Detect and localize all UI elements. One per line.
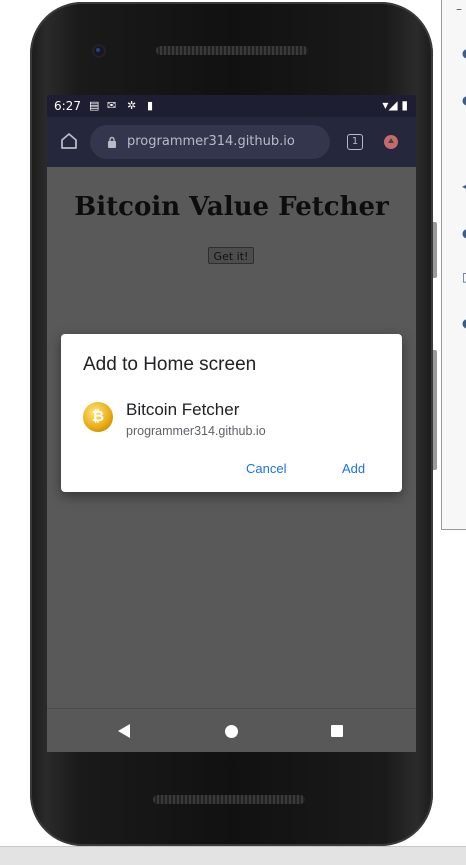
power-icon[interactable]: ◖: [462, 47, 466, 59]
status-time: 6:27: [54, 99, 81, 113]
power-button[interactable]: [433, 350, 437, 470]
home-icon[interactable]: [59, 131, 79, 151]
notification-icon: ▤: [89, 99, 100, 112]
lock-icon: [108, 136, 116, 148]
phone-screen: 6:27 ▤ ✉ ✲ ▮ ▾◢ ▮ programmer314.github.i…: [47, 95, 416, 752]
status-bar: 6:27 ▤ ✉ ✲ ▮ ▾◢ ▮: [47, 95, 416, 117]
recent-apps-icon[interactable]: [331, 725, 343, 737]
back-icon[interactable]: [118, 724, 130, 738]
screenshot-icon[interactable]: ▯: [462, 271, 466, 283]
settings-icon: ✲: [127, 99, 137, 112]
dialog-title: Add to Home screen: [83, 354, 257, 375]
cancel-button[interactable]: Cancel: [246, 461, 286, 476]
front-camera: [92, 44, 106, 58]
emulator-bottom-strip: [0, 846, 466, 865]
app-url: programmer314.github.io: [126, 424, 266, 438]
zoom-icon[interactable]: ◖: [462, 317, 466, 329]
app-name[interactable]: Bitcoin Fetcher: [126, 400, 239, 420]
bitcoin-icon: ₿: [83, 402, 113, 432]
emulator-side-panel: – ◖ ◖ ◂ ◖ ▯ ◖: [441, 0, 466, 530]
rotate-right-icon[interactable]: ◖: [462, 227, 466, 239]
url-text: programmer314.github.io: [127, 134, 295, 149]
top-speaker: [156, 46, 308, 55]
sd-card-icon: ▮: [147, 99, 154, 112]
side-panel-collapse[interactable]: –: [456, 2, 462, 16]
update-menu-icon[interactable]: [384, 135, 398, 149]
rotate-icon[interactable]: ◂: [462, 180, 466, 192]
browser-toolbar: programmer314.github.io 1: [47, 117, 416, 167]
home-circle-icon[interactable]: [225, 725, 238, 738]
navigation-bar: [47, 708, 416, 752]
bottom-speaker: [153, 795, 305, 804]
add-to-home-dialog: Add to Home screen ₿ Bitcoin Fetcher pro…: [61, 334, 402, 492]
wifi-battery-icons: ▾◢ ▮: [382, 98, 408, 112]
volume-button[interactable]: [433, 222, 437, 278]
volume-icon[interactable]: ◖: [462, 94, 466, 106]
page-title: Bitcoin Value Fetcher: [74, 192, 389, 222]
mail-icon: ✉: [107, 99, 117, 112]
web-page: Bitcoin Value Fetcher Get it! Add to Hom…: [47, 167, 416, 708]
tab-switcher-icon[interactable]: 1: [347, 134, 363, 150]
url-bar[interactable]: programmer314.github.io: [90, 125, 330, 159]
add-button[interactable]: Add: [342, 461, 365, 476]
get-it-button[interactable]: Get it!: [208, 247, 254, 264]
